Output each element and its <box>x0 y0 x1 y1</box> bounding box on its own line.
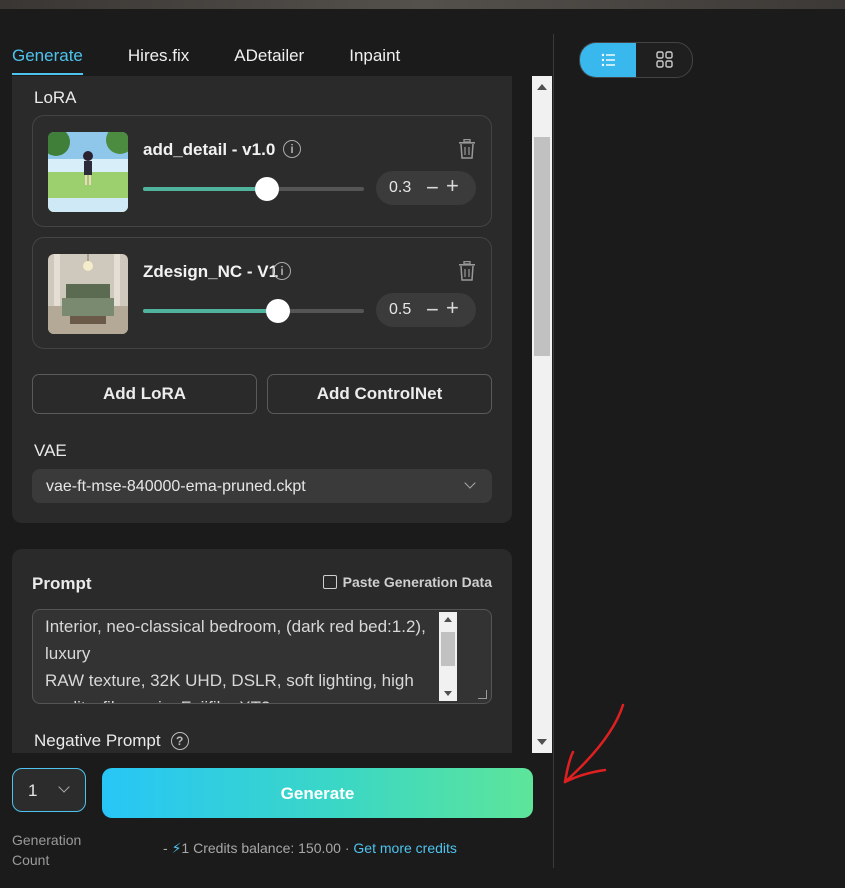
panel-divider <box>553 34 554 868</box>
view-toggle <box>579 42 693 78</box>
trash-icon[interactable] <box>458 261 476 281</box>
slider-fill <box>143 309 278 313</box>
scroll-down-arrow-icon[interactable] <box>444 691 452 696</box>
paste-generation-data-button[interactable]: Paste Generation Data <box>322 574 492 590</box>
lora-weight-stepper[interactable]: 0.3 − + <box>376 171 476 205</box>
credits-balance: Credits balance: 150.00 · <box>193 840 354 856</box>
minus-icon[interactable]: − <box>426 175 439 201</box>
add-controlnet-button[interactable]: Add ControlNet <box>267 374 492 414</box>
credits-info: - ⚡1 Credits balance: 150.00 · Get more … <box>163 840 457 857</box>
prompt-card: Prompt Paste Generation Data Interior, n… <box>12 549 512 753</box>
lora-heading: LoRA <box>34 88 77 107</box>
settings-scroll-thumb[interactable] <box>534 137 550 356</box>
slider-handle[interactable] <box>265 299 290 323</box>
lora-thumbnail-anime <box>48 132 128 212</box>
vae-select[interactable]: vae-ft-mse-840000-ema-pruned.ckpt <box>32 469 492 503</box>
tab-adetailer[interactable]: ADetailer <box>234 36 304 76</box>
question-icon[interactable]: ? <box>170 732 189 750</box>
lora-name: add_detail - v1.0 <box>143 140 276 159</box>
grid-view-button[interactable] <box>636 43 692 77</box>
list-view-button[interactable] <box>580 43 636 77</box>
lora-weight-slider[interactable] <box>143 177 364 201</box>
generation-count-value: 1 <box>28 781 38 800</box>
slider-handle[interactable] <box>254 177 279 201</box>
paste-generation-data-label: Paste Generation Data <box>342 574 492 590</box>
info-icon[interactable]: i <box>283 140 301 158</box>
get-more-credits-link[interactable]: Get more credits <box>353 840 456 856</box>
credits-cost: 1 <box>181 840 190 856</box>
generate-button[interactable]: Generate <box>102 768 533 818</box>
settings-scroll-area[interactable]: LoRA add_detail - v1.0 i 0.3 − + Zdesign… <box>12 76 532 753</box>
prompt-text: Interior, neo-classical bedroom, (dark r… <box>45 617 426 703</box>
vae-selected-value: vae-ft-mse-840000-ema-pruned.ckpt <box>46 478 306 495</box>
top-image-strip <box>0 0 845 9</box>
add-lora-button[interactable]: Add LoRA <box>32 374 257 414</box>
lora-weight-stepper[interactable]: 0.5 − + <box>376 293 476 327</box>
scroll-down-arrow-icon[interactable] <box>537 739 547 745</box>
stepper-value: 0.3 <box>389 179 412 196</box>
lightning-icon: ⚡ <box>171 840 182 856</box>
trash-icon[interactable] <box>458 139 476 159</box>
scroll-up-arrow-icon[interactable] <box>537 84 547 90</box>
lora-thumbnail-bedroom <box>48 254 128 334</box>
stepper-value: 0.5 <box>389 301 412 318</box>
scroll-up-arrow-icon[interactable] <box>444 617 452 622</box>
list-view-icon <box>601 53 615 67</box>
generation-count-select[interactable]: 1 <box>12 768 86 812</box>
negative-prompt-label: Negative Prompt <box>34 731 161 750</box>
tab-inpaint[interactable]: Inpaint <box>349 36 400 76</box>
lora-item-zdesign: Zdesign_NC - V1 i 0.5 − + <box>32 237 492 349</box>
lora-name: Zdesign_NC - V1 <box>143 262 279 281</box>
info-icon[interactable]: i <box>273 262 291 280</box>
lora-weight-slider[interactable] <box>143 299 364 323</box>
chevron-down-icon <box>58 781 70 793</box>
chevron-down-icon <box>464 477 476 489</box>
tab-hires-fix[interactable]: Hires.fix <box>128 36 189 76</box>
red-annotation-arrow-icon <box>563 703 625 784</box>
vae-heading: VAE <box>34 441 67 460</box>
tab-generate[interactable]: Generate <box>12 36 83 76</box>
minus-icon[interactable]: − <box>426 297 439 323</box>
grid-view-icon <box>656 51 673 68</box>
paste-icon <box>322 575 337 589</box>
credits-prefix: - <box>163 840 172 856</box>
resize-handle-icon[interactable] <box>478 690 487 699</box>
prompt-heading: Prompt <box>32 574 92 593</box>
lora-vae-card: LoRA add_detail - v1.0 i 0.3 − + Zdesign… <box>12 76 512 523</box>
prompt-scrollbar[interactable] <box>439 612 457 701</box>
slider-fill <box>143 187 267 191</box>
tab-bar: Generate Hires.fix ADetailer Inpaint <box>12 36 445 76</box>
lora-item-add-detail: add_detail - v1.0 i 0.3 − + <box>32 115 492 227</box>
plus-icon[interactable]: + <box>446 173 459 199</box>
negative-prompt-heading: Negative Prompt? <box>34 731 189 751</box>
generation-count-label: Generation Count <box>12 832 82 868</box>
settings-scrollbar[interactable] <box>532 76 552 753</box>
prompt-textarea[interactable]: Interior, neo-classical bedroom, (dark r… <box>32 609 492 704</box>
plus-icon[interactable]: + <box>446 295 459 321</box>
prompt-scroll-thumb[interactable] <box>441 632 455 666</box>
